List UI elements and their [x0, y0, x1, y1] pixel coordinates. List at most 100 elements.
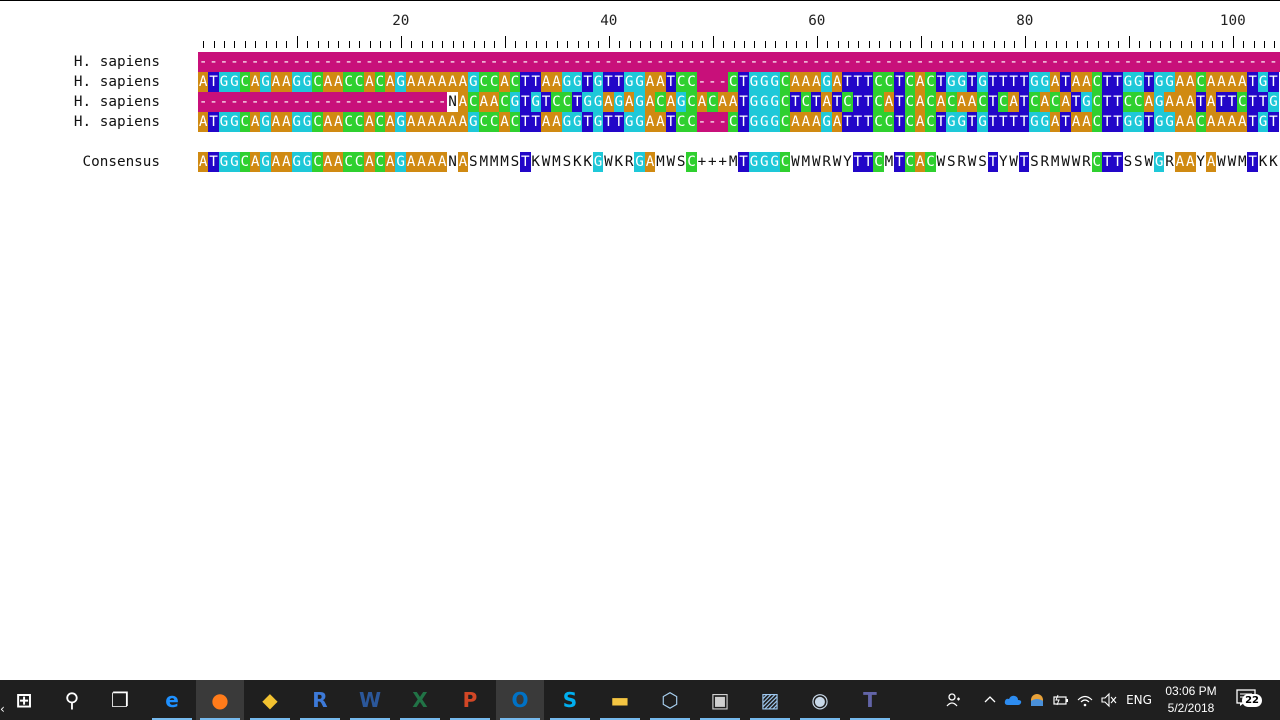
folder-icon: ▬: [610, 688, 630, 712]
notification-count-badge: 22: [1242, 694, 1262, 707]
ruler-tick: [785, 41, 787, 48]
ruler-tick: [816, 36, 818, 48]
ruler-tick: [962, 41, 964, 48]
ruler-tick: [536, 41, 537, 48]
ruler-tick: [1232, 36, 1234, 48]
ruler-tick: [296, 36, 298, 48]
teams-app[interactable]: T: [846, 680, 894, 720]
ruler-tick: [640, 41, 641, 48]
sequence-label[interactable]: H. sapiens: [0, 92, 160, 112]
search-button[interactable]: ⚲: [48, 680, 96, 720]
weather-tray[interactable]: [1026, 680, 1048, 720]
ruler-tick: [952, 41, 953, 48]
top-border: [0, 0, 1280, 1]
ruler-tick: [1243, 41, 1245, 48]
ruler-tick: [1222, 41, 1224, 48]
sequence-label[interactable]: H. sapiens: [0, 112, 160, 132]
ruler-tick: [692, 41, 693, 48]
ruler-tick: [744, 41, 745, 48]
clock[interactable]: 03:06 PM 5/2/2018: [1158, 683, 1224, 717]
battery-tray[interactable]: [1050, 680, 1072, 720]
ruler-tick: [1180, 41, 1182, 48]
skype-app[interactable]: S: [546, 680, 594, 720]
clock-date: 5/2/2018: [1167, 701, 1215, 715]
powerpoint-app[interactable]: P: [446, 680, 494, 720]
ruler-tick: [837, 41, 839, 48]
outlook-icon: O: [511, 688, 529, 712]
ruler-tick: [889, 41, 891, 48]
language-indicator[interactable]: ENG: [1124, 680, 1154, 720]
sequence-label[interactable]: H. sapiens: [0, 72, 160, 92]
ruler-tick: [1201, 41, 1203, 48]
ruler-tick: [972, 41, 974, 48]
ruler-tick: [421, 41, 423, 48]
ruler-tick: [276, 41, 277, 48]
ruler-ticks: [0, 34, 1280, 48]
sequence-label[interactable]: H. sapiens: [0, 52, 160, 72]
ruler-tick: [1160, 41, 1161, 48]
task-view-button[interactable]: ❐: [96, 680, 144, 720]
ruler-tick: [1045, 41, 1047, 48]
onedrive-tray[interactable]: [1002, 680, 1024, 720]
ruler-tick: [650, 41, 652, 48]
ruler-tick: [900, 41, 901, 48]
steam-app[interactable]: ◉: [796, 680, 844, 720]
alignment-viewer: 20 40 60 80 100 H. sapiens - - - - - - - - - - - - - - - - - -…: [0, 0, 1280, 680]
action-center-button[interactable]: 22: [1232, 680, 1262, 720]
firefox-app[interactable]: ●: [196, 680, 244, 720]
cloud-icon: [1004, 695, 1022, 705]
volume-tray[interactable]: [1098, 680, 1120, 720]
ruler-tick: [286, 41, 288, 48]
ruler-tick: [463, 41, 465, 48]
left-edge-caret: ‹: [0, 702, 5, 716]
image-viewer-app[interactable]: ▨: [746, 680, 794, 720]
ruler-tick: [411, 41, 413, 48]
edge-app[interactable]: e: [148, 680, 196, 720]
show-hidden-icons-button[interactable]: [980, 680, 1000, 720]
ruler-label: 40: [600, 13, 618, 29]
toggle-app[interactable]: ▣: [696, 680, 744, 720]
ruler-tick: [1108, 41, 1109, 48]
tool-app[interactable]: ◆: [246, 680, 294, 720]
ruler-tick: [1076, 41, 1078, 48]
ruler-tick: [525, 41, 527, 48]
ruler-tick: [1149, 41, 1151, 48]
ruler-tick: [213, 41, 215, 48]
ruler-label: 80: [1016, 13, 1034, 29]
word-icon: W: [358, 688, 382, 712]
excel-icon: X: [412, 688, 428, 712]
toggle-settings-icon: ▣: [710, 688, 730, 712]
r-app[interactable]: R: [296, 680, 344, 720]
sequence-row-2[interactable]: ATGGCAGAAGGCAACCACAGAAAAAAGCCACTTAAGGTGT…: [198, 72, 1280, 92]
ruler-tick: [764, 41, 766, 48]
consensus-label[interactable]: Consensus: [0, 152, 160, 172]
sequence-row-1[interactable]: ----------------------------------------…: [198, 52, 1280, 72]
ruler-tick: [931, 41, 933, 48]
file-explorer-app[interactable]: ▬: [596, 680, 644, 720]
sequence-row-4[interactable]: ATGGCAGAAGGCAACCACAGAAAAAAGCCACTTAAGGTGT…: [198, 112, 1280, 132]
outlook-app[interactable]: O: [496, 680, 544, 720]
word-app[interactable]: W: [346, 680, 394, 720]
sequence-row-3[interactable]: ------------------------NACAACGTGTCCTGGA…: [198, 92, 1280, 112]
consensus-sequence[interactable]: ATGGCAGAAGGCAACCACAGAAAANASMMMSTKWMSKKGW…: [198, 152, 1280, 172]
people-button[interactable]: [940, 680, 968, 720]
people-icon: [946, 693, 960, 707]
ruler-tick: [754, 41, 756, 48]
ruler-tick: [1274, 41, 1276, 48]
ruler-tick: [1170, 41, 1172, 48]
ruler-tick: [348, 41, 350, 48]
ruler-tick: [369, 41, 371, 48]
ruler-tick: [796, 41, 797, 48]
ruler-tick: [775, 41, 777, 48]
excel-app[interactable]: X: [396, 680, 444, 720]
ruler-tick: [1191, 41, 1193, 48]
ruler-tick: [400, 36, 402, 48]
ruler-tick: [1024, 36, 1026, 48]
ruler-tick: [338, 41, 340, 48]
virtualbox-app[interactable]: ⬡: [646, 680, 694, 720]
ruler-tick: [1004, 41, 1005, 48]
ruler-label: 20: [392, 13, 410, 29]
ruler-tick: [265, 41, 267, 48]
ruler-tick: [1087, 41, 1089, 48]
network-tray[interactable]: [1074, 680, 1096, 720]
